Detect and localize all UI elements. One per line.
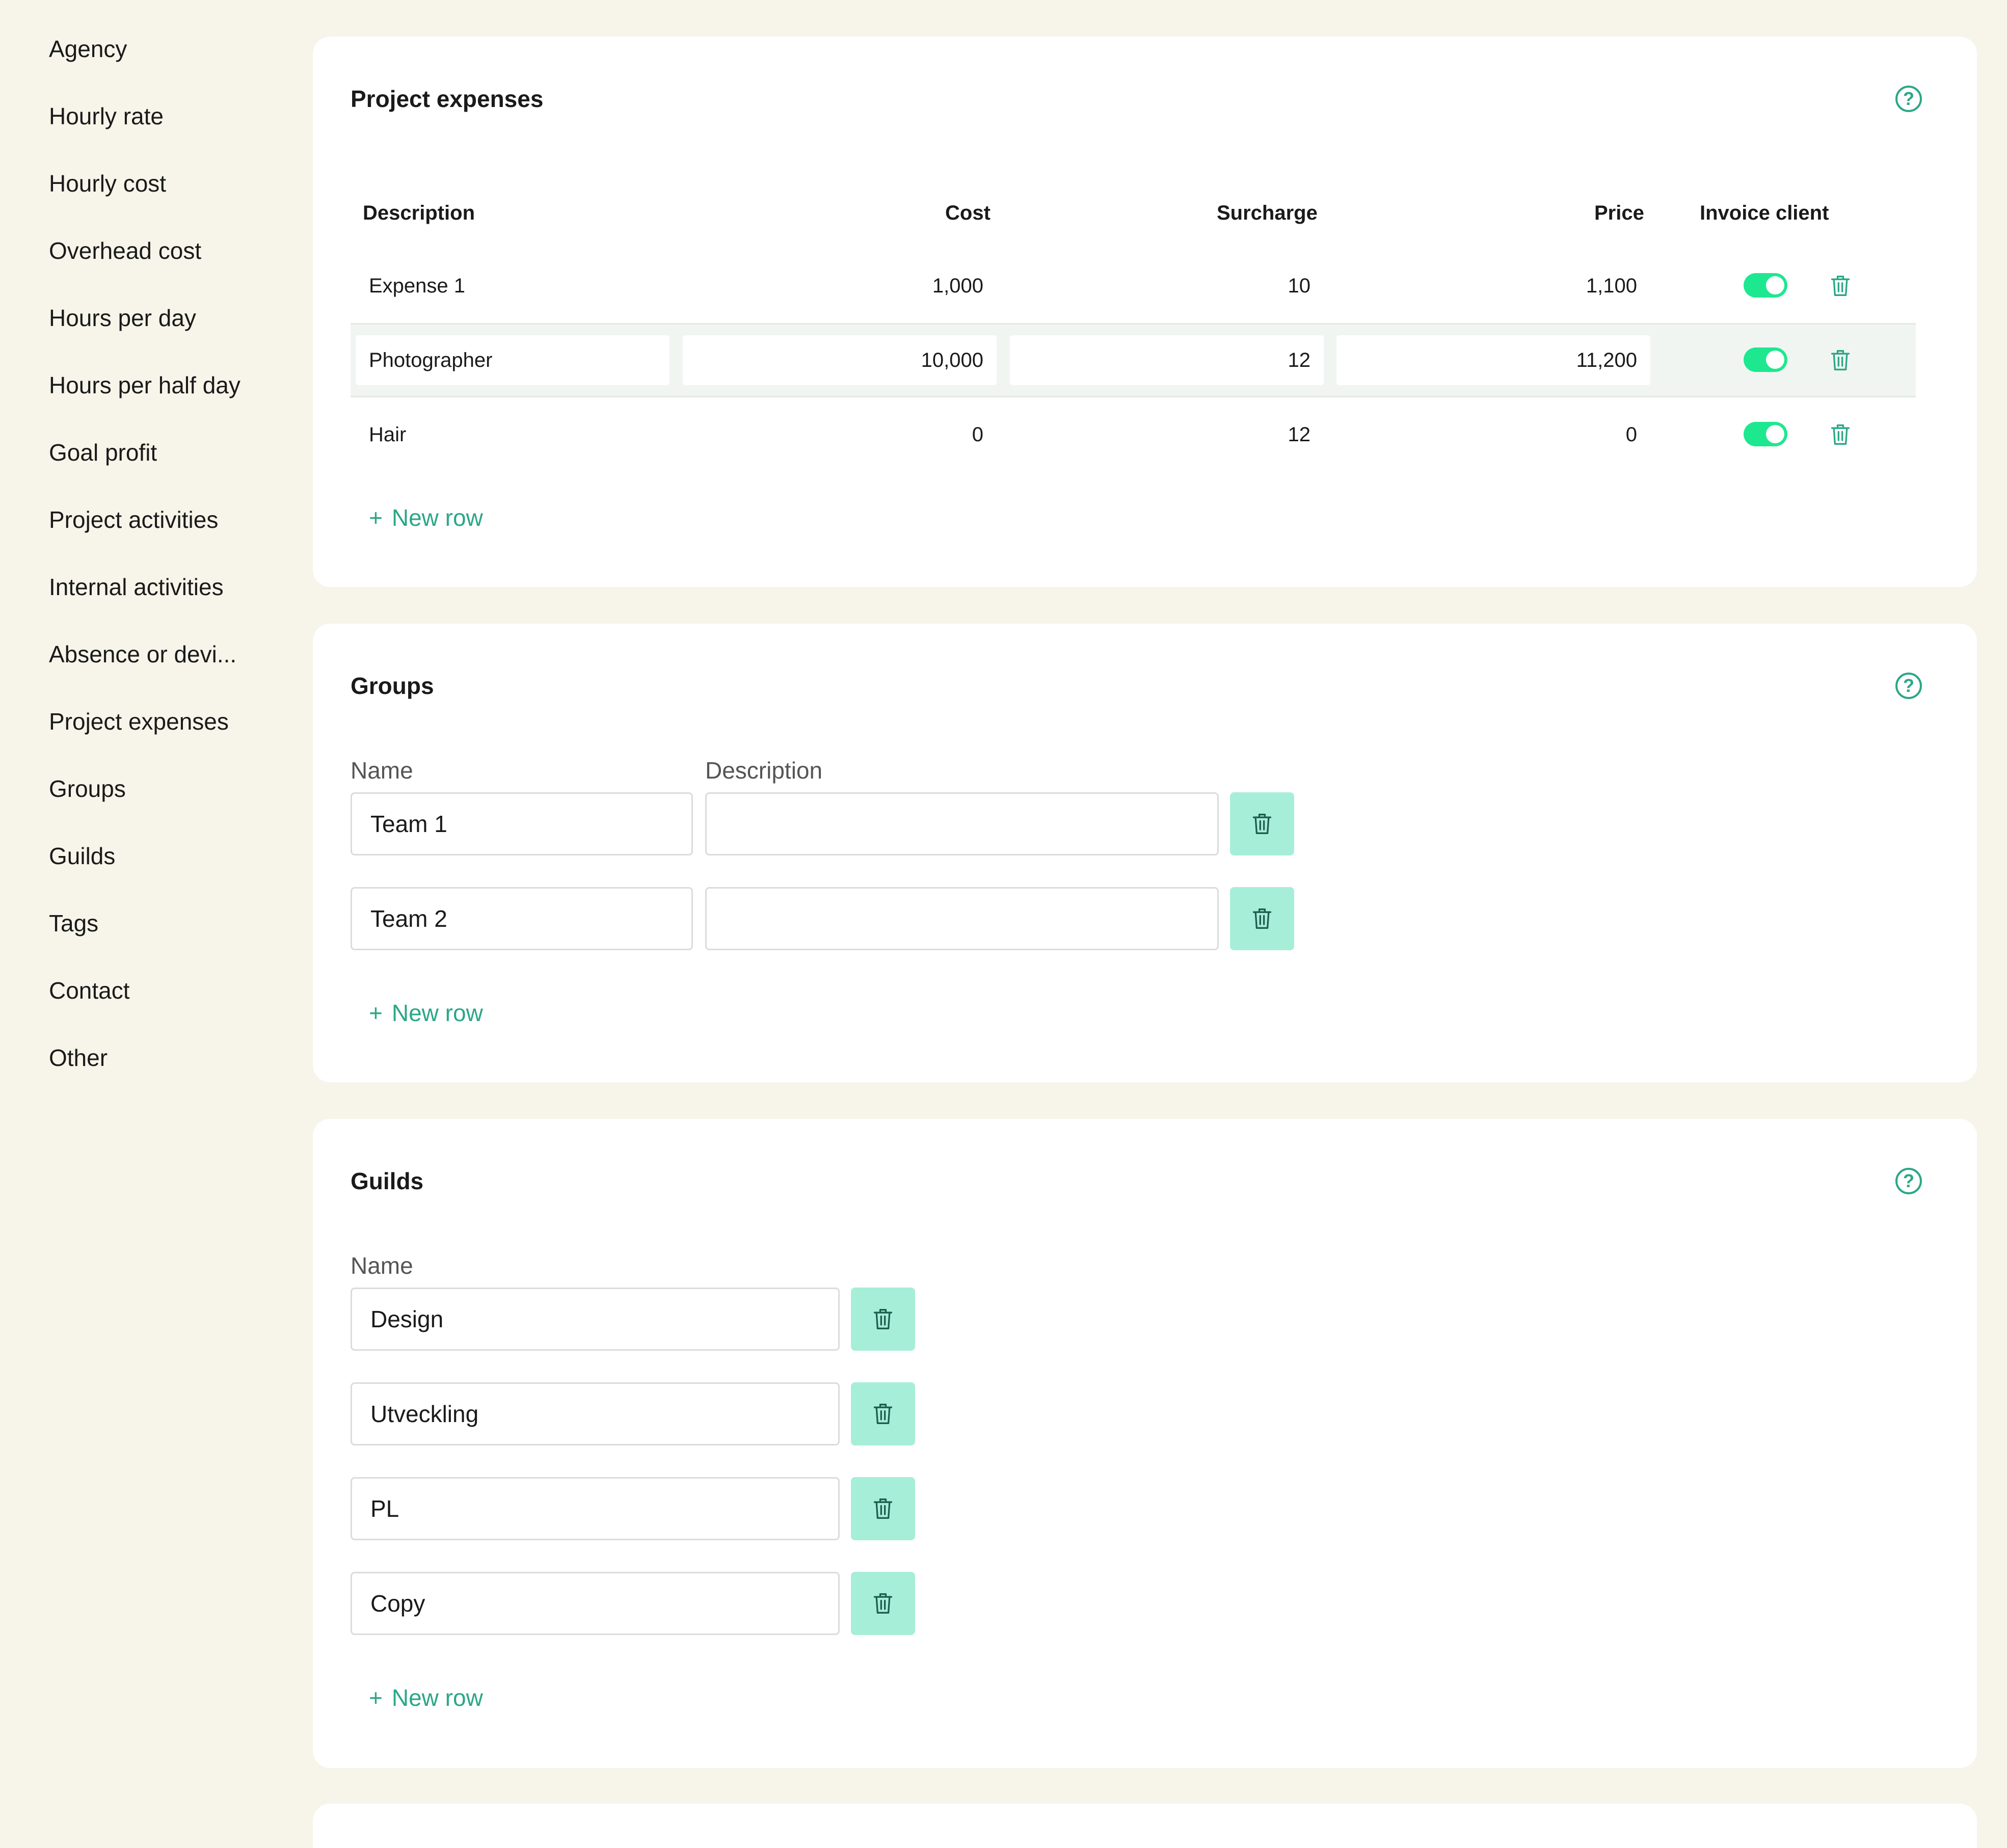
new-row-label: New row [391, 1000, 483, 1026]
card-title: Project expenses [351, 86, 544, 112]
column-header-cost: Cost [945, 202, 991, 224]
next-settings-card [313, 1804, 1977, 1848]
sidebar-item-tags[interactable]: Tags [49, 908, 98, 939]
expense-price[interactable]: 1,100 [1336, 261, 1650, 311]
project-expenses-card: Project expenses ? Description Cost Surc… [313, 37, 1977, 587]
expense-surcharge[interactable]: 12 [1010, 410, 1324, 460]
trash-icon[interactable] [1829, 273, 1852, 299]
sidebar-item-internal-activities[interactable]: Internal activities [49, 572, 224, 602]
delete-guild-button[interactable] [851, 1572, 915, 1635]
question-circle-icon[interactable]: ? [1895, 86, 1922, 112]
group-name-input[interactable]: Team 1 [351, 792, 693, 855]
guild-name-input[interactable]: Utveckling [351, 1382, 840, 1445]
delete-group-button[interactable] [1230, 792, 1294, 855]
sidebar-item-agency[interactable]: Agency [49, 34, 127, 64]
sidebar-item-hourly-cost[interactable]: Hourly cost [49, 168, 166, 199]
column-header-invoice-client: Invoice client [1700, 202, 1829, 224]
group-description-input[interactable] [705, 887, 1219, 950]
expense-description[interactable]: Hair [356, 410, 670, 460]
sidebar-item-other[interactable]: Other [49, 1042, 108, 1073]
group-name-input[interactable]: Team 2 [351, 887, 693, 950]
question-circle-icon[interactable]: ? [1895, 673, 1922, 699]
name-label: Name [351, 1252, 413, 1279]
trash-icon[interactable] [1829, 347, 1852, 373]
name-label: Name [351, 757, 413, 784]
guild-name-input[interactable]: Copy [351, 1572, 840, 1635]
expense-description-input[interactable]: Photographer [356, 335, 670, 385]
groups-card: Groups ? Name Description Team 1 Team 2 … [313, 624, 1977, 1082]
guilds-card: Guilds ? Name Design Utveckling PL Copy … [313, 1119, 1977, 1768]
card-title: Groups [351, 673, 434, 699]
trash-icon [872, 1401, 894, 1427]
expense-cost-input[interactable]: 10,000 [683, 335, 997, 385]
sidebar-item-guilds[interactable]: Guilds [49, 841, 115, 871]
sidebar-item-goal-profit[interactable]: Goal profit [49, 437, 157, 468]
sidebar-item-contact[interactable]: Contact [49, 975, 130, 1006]
sidebar-item-project-expenses[interactable]: Project expenses [49, 706, 229, 737]
expense-cost[interactable]: 0 [683, 410, 997, 460]
new-row-button[interactable]: + New row [369, 998, 483, 1028]
question-circle-icon[interactable]: ? [1895, 1168, 1922, 1194]
column-header-description: Description [363, 202, 475, 224]
guild-name-input[interactable]: Design [351, 1288, 840, 1351]
trash-icon[interactable] [1829, 422, 1852, 447]
plus-icon: + [369, 1000, 383, 1026]
expense-price[interactable]: 0 [1336, 410, 1650, 460]
new-row-label: New row [391, 1684, 483, 1711]
column-header-surcharge: Surcharge [1217, 202, 1318, 224]
invoice-client-toggle[interactable] [1744, 273, 1787, 298]
sidebar-item-absence[interactable]: Absence or devi... [49, 639, 236, 669]
expense-surcharge[interactable]: 10 [1010, 261, 1324, 311]
delete-guild-button[interactable] [851, 1477, 915, 1540]
expense-price-input[interactable]: 11,200 [1336, 335, 1650, 385]
sidebar-item-hours-per-day[interactable]: Hours per day [49, 303, 196, 333]
card-title: Guilds [351, 1168, 424, 1194]
trash-icon [1251, 811, 1273, 837]
trash-icon [872, 1306, 894, 1332]
new-row-label: New row [391, 504, 483, 531]
trash-icon [872, 1496, 894, 1521]
column-header-price: Price [1594, 202, 1644, 224]
table-row: Expense 1 1,000 10 1,100 [351, 249, 1916, 323]
group-description-input[interactable] [705, 792, 1219, 855]
sidebar-item-hourly-rate[interactable]: Hourly rate [49, 101, 164, 131]
plus-icon: + [369, 1684, 383, 1711]
delete-group-button[interactable] [1230, 887, 1294, 950]
expense-surcharge-input[interactable]: 12 [1010, 335, 1324, 385]
invoice-client-toggle[interactable] [1744, 347, 1787, 372]
new-row-button[interactable]: + New row [369, 502, 483, 533]
trash-icon [1251, 906, 1273, 931]
guild-name-input[interactable]: PL [351, 1477, 840, 1540]
invoice-client-toggle[interactable] [1744, 422, 1787, 446]
sidebar-item-overhead-cost[interactable]: Overhead cost [49, 235, 201, 266]
delete-guild-button[interactable] [851, 1382, 915, 1445]
delete-guild-button[interactable] [851, 1288, 915, 1351]
sidebar-item-groups[interactable]: Groups [49, 773, 126, 804]
plus-icon: + [369, 504, 383, 531]
new-row-button[interactable]: + New row [369, 1682, 483, 1713]
expense-cost[interactable]: 1,000 [683, 261, 997, 311]
table-row: Hair 0 12 0 [351, 397, 1916, 472]
sidebar-item-hours-per-half-day[interactable]: Hours per half day [49, 370, 240, 400]
sidebar-item-project-activities[interactable]: Project activities [49, 504, 218, 535]
trash-icon [872, 1591, 894, 1616]
table-row: Photographer 10,000 12 11,200 [351, 323, 1916, 397]
expense-description[interactable]: Expense 1 [356, 261, 670, 311]
description-label: Description [705, 757, 823, 784]
